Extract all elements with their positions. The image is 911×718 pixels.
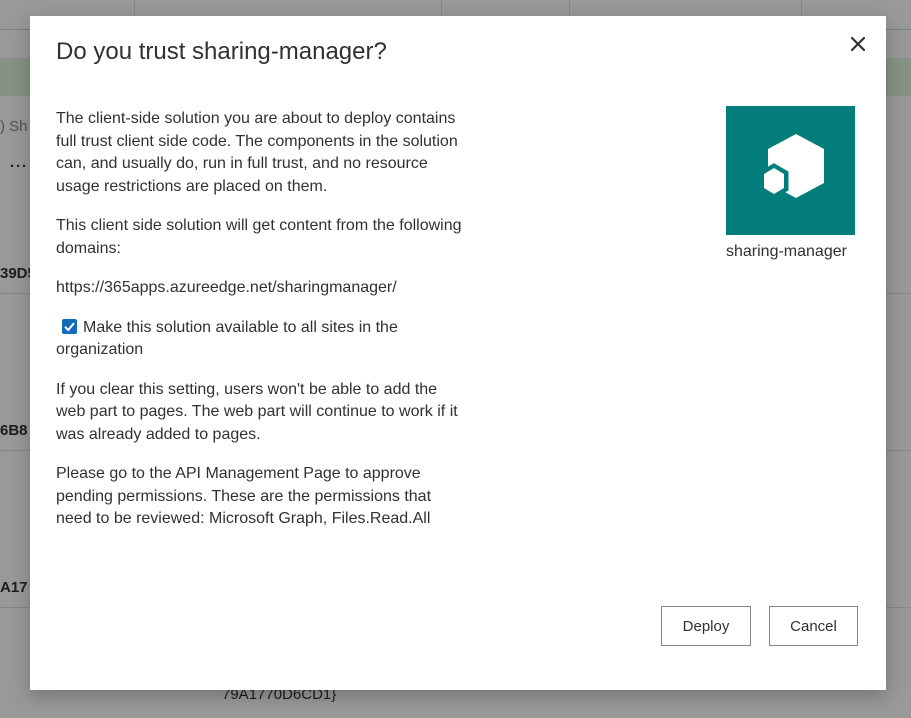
tenant-wide-checkbox[interactable] (62, 318, 77, 334)
deploy-warning-text: The client-side solution you are about t… (56, 110, 458, 195)
tenant-wide-checkbox-label[interactable]: Make this solution available to all site… (56, 319, 398, 359)
dialog-content: The client-side solution you are about t… (56, 108, 466, 548)
clear-setting-text: If you clear this setting, users won't b… (56, 380, 458, 443)
close-icon (851, 37, 865, 51)
permissions-text: Please go to the API Management Page to … (56, 465, 432, 527)
checkmark-icon (64, 322, 75, 331)
close-button[interactable] (844, 30, 872, 58)
domains-intro-text: This client side solution will get conte… (56, 217, 462, 257)
cancel-button[interactable]: Cancel (769, 606, 858, 646)
cube-icon (759, 133, 824, 199)
app-info: sharing-manager (726, 106, 858, 261)
app-name: sharing-manager (726, 243, 847, 260)
domain-url: https://365apps.azureedge.net/sharingman… (56, 279, 397, 296)
app-logo (726, 106, 855, 235)
deploy-button[interactable]: Deploy (661, 606, 751, 646)
dialog-title: Do you trust sharing-manager? (56, 38, 387, 65)
tenant-wide-option: Make this solution available to all site… (56, 317, 466, 362)
trust-dialog: Do you trust sharing-manager? The client… (30, 16, 886, 690)
